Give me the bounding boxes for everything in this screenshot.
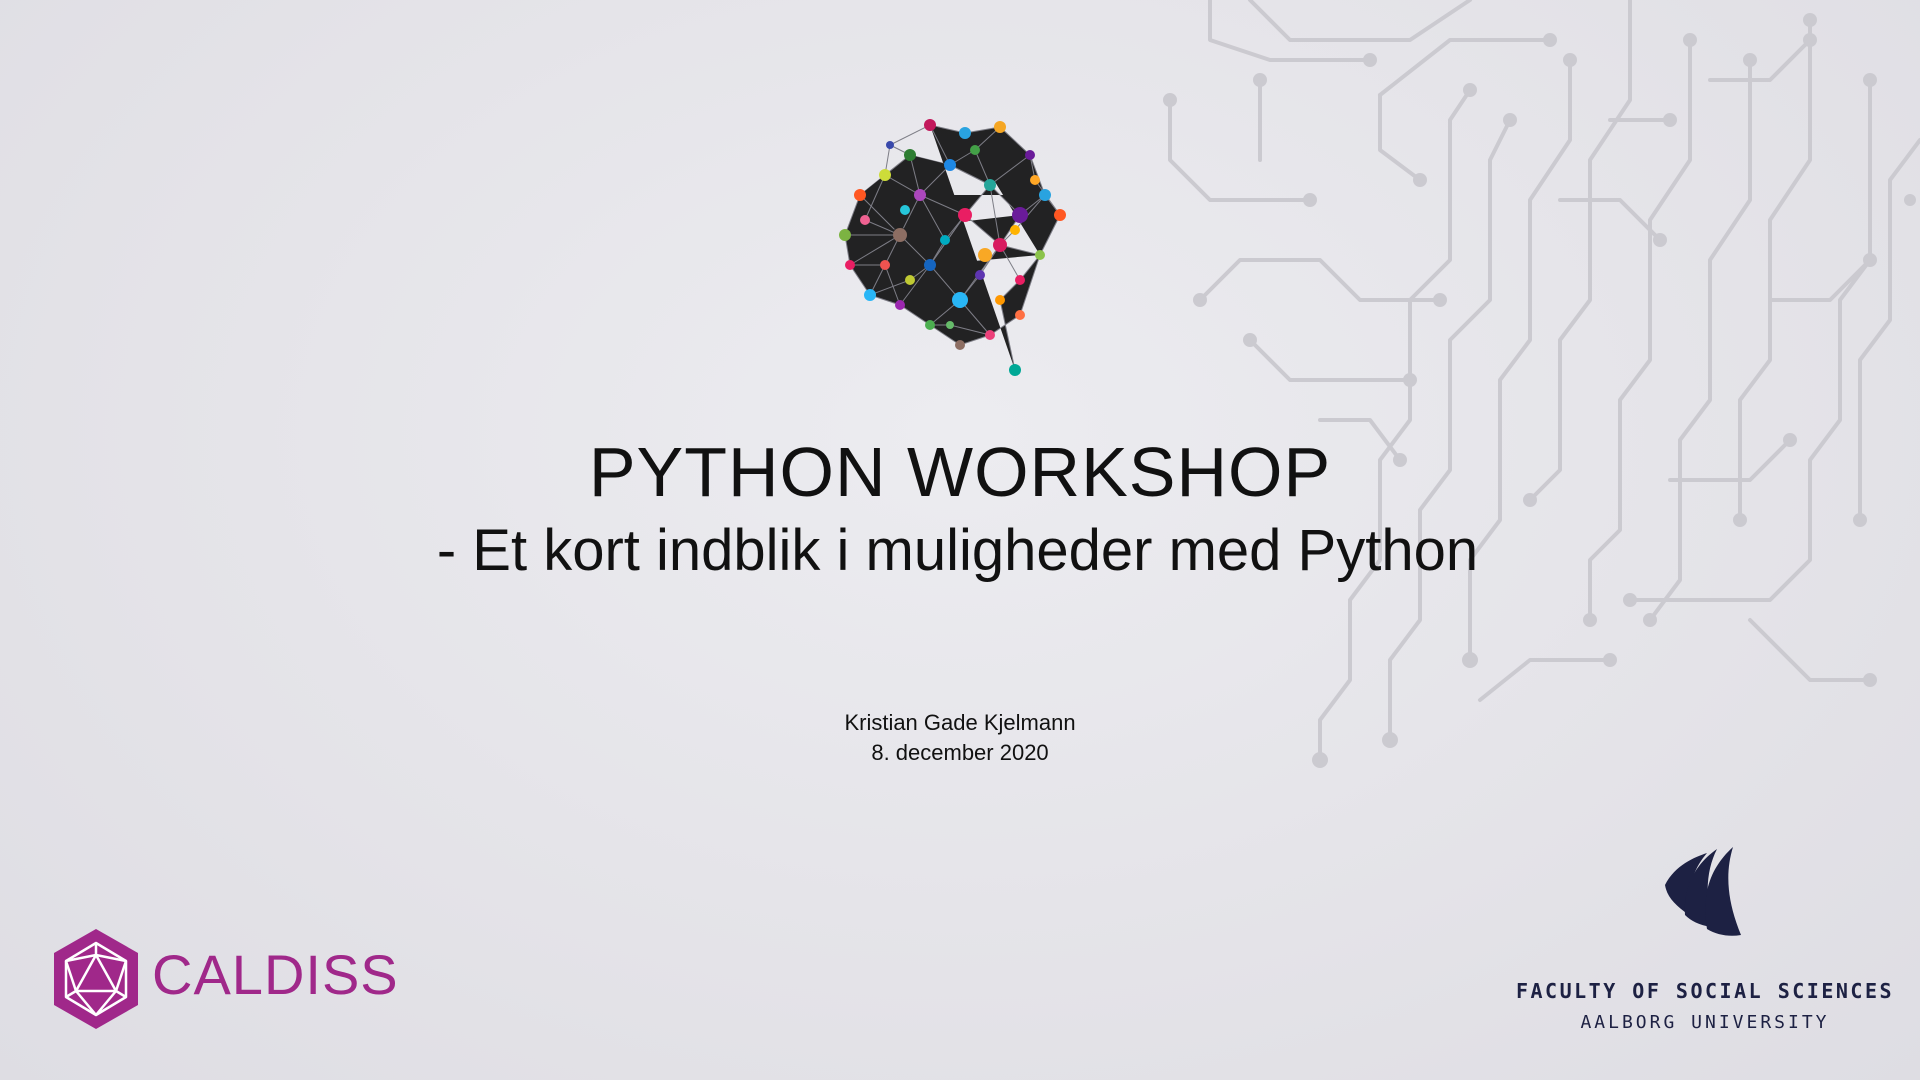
slide-title: PYTHON WORKSHOP bbox=[588, 433, 1332, 511]
circuit-background bbox=[1163, 0, 1920, 768]
caldiss-wordmark: CALDISS bbox=[152, 943, 399, 1006]
caldiss-logo: CALDISS bbox=[48, 925, 398, 1035]
aau-university-text: AALBORG UNIVERSITY bbox=[1580, 1012, 1830, 1033]
title-block: PYTHON WORKSHOP - Et kort indblik i muli… bbox=[0, 430, 1920, 588]
icosahedron-hexagon-icon bbox=[54, 929, 138, 1029]
network-brain-icon bbox=[839, 119, 1066, 376]
presentation-date: 8. december 2020 bbox=[871, 740, 1049, 765]
author-name: Kristian Gade Kjelmann bbox=[844, 710, 1076, 735]
slide-subtitle: - Et kort indblik i muligheder med Pytho… bbox=[436, 518, 1479, 583]
aau-wave-logo-icon bbox=[1665, 847, 1741, 936]
slide-canvas: PYTHON WORKSHOP - Et kort indblik i muli… bbox=[0, 0, 1920, 1080]
aau-logo: FACULTY OF SOCIAL SCIENCES AALBORG UNIVE… bbox=[1505, 845, 1905, 1045]
aau-faculty-text: FACULTY OF SOCIAL SCIENCES bbox=[1515, 979, 1895, 1003]
author-block: Kristian Gade Kjelmann 8. december 2020 bbox=[0, 708, 1920, 768]
